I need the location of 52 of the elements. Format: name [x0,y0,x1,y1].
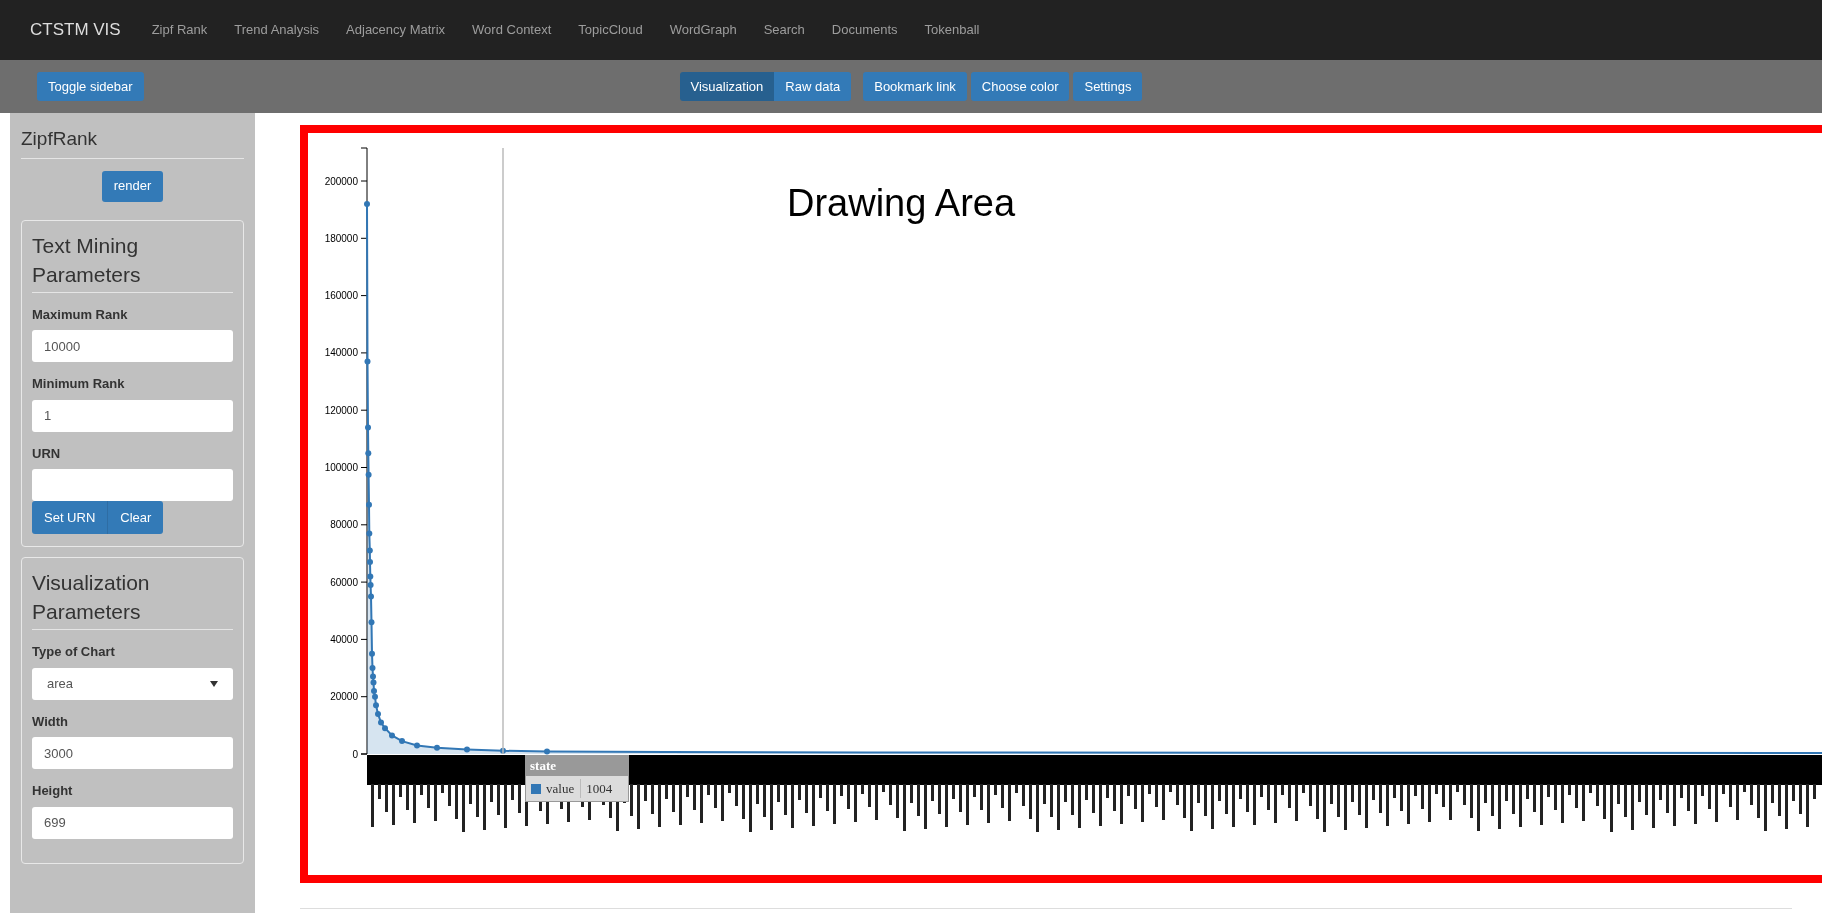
field-label: Height [32,782,74,800]
y-tick-label: 0 [352,748,358,760]
drawing-area-label: Drawing Area [787,181,1016,226]
nav-link[interactable]: Documents [831,20,898,40]
field-label: Type of Chart [32,643,116,661]
tooltip-series: value [546,778,582,799]
render-button[interactable]: render [101,170,164,202]
panel-title: Text Mining Parameters [32,230,233,293]
field-label: Maximum Rank [32,305,129,324]
nav-link[interactable]: Trend Analysis [234,20,320,40]
brand-link[interactable]: CTSTM VIS [30,17,121,43]
y-tick-label: 200000 [324,175,358,187]
y-tick-label: 20000 [330,691,358,703]
nav-link[interactable]: Tokenball [924,20,980,40]
y-tick-label: 40000 [330,633,358,645]
panel-button[interactable]: Clear [108,501,164,534]
toolbar-button[interactable]: Bookmark link [863,72,967,101]
toolbar-button[interactable]: Settings [1073,72,1143,101]
input-field[interactable]: 699 [32,806,233,839]
input-field[interactable]: 3000 [32,737,233,769]
panel-button[interactable]: Set URN [32,501,109,534]
y-tick-label: 80000 [330,519,358,531]
tooltip-title: state [526,756,628,776]
y-tick-label: 180000 [324,232,358,244]
nav-link[interactable]: Adjacency Matrix [346,20,446,40]
select-value: area [47,674,74,693]
y-tick-label: 120000 [324,404,358,416]
nav-link[interactable]: Zipf Rank [151,20,208,40]
nav-link[interactable]: WordGraph [669,20,737,40]
input-field[interactable]: 1 [32,399,233,432]
field-label: Minimum Rank [32,375,126,393]
nav-link[interactable]: Search [763,20,805,40]
y-tick-label: 100000 [324,462,358,473]
view-tab[interactable]: Visualization [679,72,775,101]
sidebar-title: ZipfRank [21,125,244,159]
nav-link[interactable]: Word Context [472,20,552,40]
toggle-sidebar-button[interactable]: Toggle sidebar [37,72,144,101]
panel-title: Visualization Parameters [32,568,233,630]
input-field[interactable]: 10000 [32,330,233,362]
y-tick-label: 140000 [324,347,358,359]
tooltip-value: 1004 [586,779,613,798]
nav-link[interactable]: TopicCloud [578,20,643,40]
field-label: URN [32,444,62,463]
legend-swatch [531,783,541,794]
field-label: Width [32,712,69,731]
y-tick-label: 160000 [324,290,358,302]
view-tab[interactable]: Raw data [774,72,852,101]
y-tick-label: 60000 [330,576,358,588]
caret-icon [210,680,218,687]
chart-type-select[interactable]: area [32,667,233,700]
input-field[interactable] [32,469,233,501]
toolbar-button[interactable]: Choose color [970,72,1070,101]
